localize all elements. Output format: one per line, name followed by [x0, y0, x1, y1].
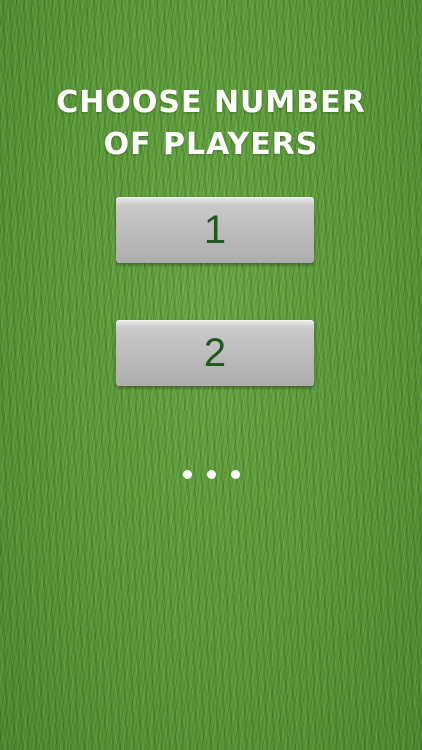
- page-dot-2: [206, 470, 216, 479]
- page-dot-1: [182, 470, 192, 479]
- page-title: CHOOSE NUMBER OF PLAYERS: [0, 82, 422, 166]
- title-line-1: CHOOSE NUMBER: [56, 85, 366, 120]
- title-line-2: OF PLAYERS: [103, 127, 319, 162]
- page-dot-3: [230, 470, 240, 479]
- one-player-button[interactable]: 1: [116, 197, 314, 263]
- page-indicator: [0, 470, 422, 479]
- player-select-screen: CHOOSE NUMBER OF PLAYERS 1 2: [0, 0, 422, 750]
- two-players-button[interactable]: 2: [116, 320, 314, 386]
